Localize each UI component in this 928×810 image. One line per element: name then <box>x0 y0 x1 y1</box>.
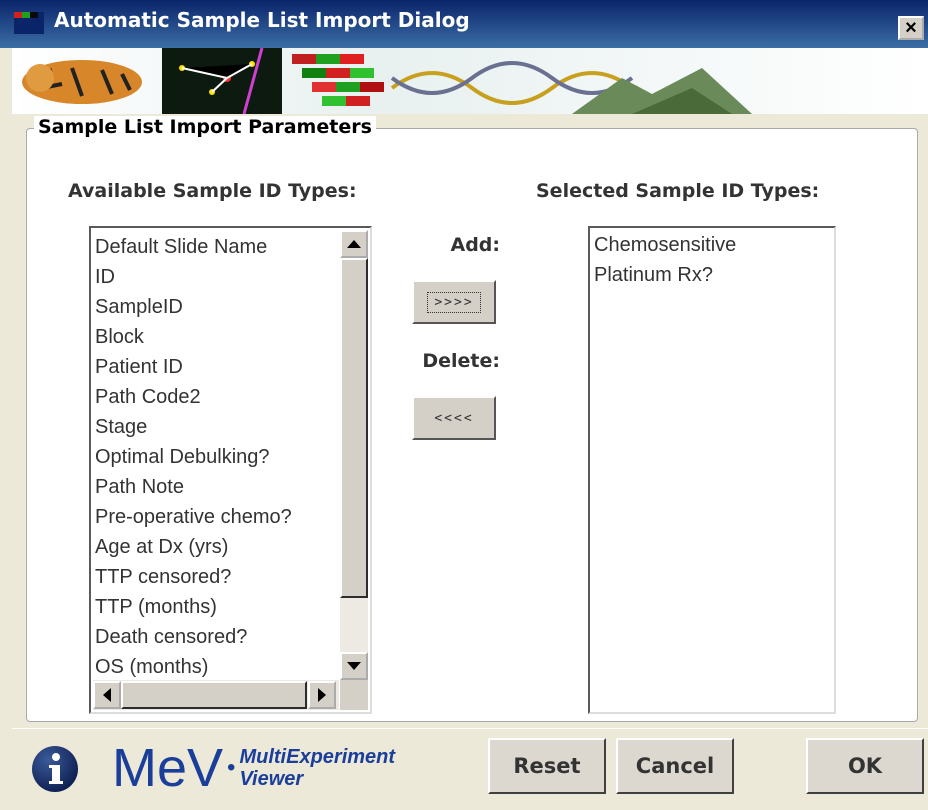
window-title: Automatic Sample List Import Dialog <box>54 8 470 32</box>
add-button-label: >>>> <box>427 291 481 313</box>
delete-button[interactable]: <<<< <box>412 396 496 440</box>
list-item[interactable]: TTP censored? <box>95 562 341 592</box>
available-items: Default Slide Name ID SampleID Block Pat… <box>95 232 341 680</box>
list-item[interactable]: Pre-operative chemo? <box>95 502 341 532</box>
list-item[interactable]: Optimal Debulking? <box>95 442 341 472</box>
list-item[interactable]: Death censored? <box>95 622 341 652</box>
selected-items: Chemosensitive Platinum Rx? <box>594 230 830 290</box>
list-item[interactable]: Path Code2 <box>95 382 341 412</box>
close-button[interactable]: × <box>898 16 924 40</box>
list-item[interactable]: Chemosensitive <box>594 230 830 260</box>
left-arrow-icon <box>103 688 111 702</box>
list-item[interactable]: Default Slide Name <box>95 232 341 262</box>
info-icon[interactable] <box>30 744 80 794</box>
scroll-left-button[interactable] <box>93 681 121 709</box>
add-button[interactable]: >>>> <box>412 280 496 324</box>
mev-logo-dot: • <box>227 754 236 781</box>
banner-image <box>12 48 928 114</box>
list-item[interactable]: Block <box>95 322 341 352</box>
list-item[interactable]: Patient ID <box>95 352 341 382</box>
list-item[interactable]: Path Note <box>95 472 341 502</box>
list-item[interactable]: SampleID <box>95 292 341 322</box>
down-arrow-icon <box>347 662 361 670</box>
mev-logo-text: MeV <box>112 738 224 798</box>
list-item[interactable]: Age at Dx (yrs) <box>95 532 341 562</box>
scroll-right-button[interactable] <box>308 681 336 709</box>
right-arrow-icon <box>318 688 326 702</box>
cancel-button[interactable]: Cancel <box>616 738 734 794</box>
list-item[interactable]: OS (months) <box>95 652 341 680</box>
horizontal-scroll-thumb[interactable] <box>121 681 307 709</box>
scroll-down-button[interactable] <box>340 652 368 680</box>
delete-button-label: <<<< <box>434 410 474 426</box>
add-label: Add: <box>450 234 500 256</box>
selected-list[interactable] <box>588 226 836 714</box>
mev-logo-subtitle-line1: MultiExperiment <box>239 746 396 768</box>
delete-label: Delete: <box>422 350 500 372</box>
mev-logo-subtitle-line2: Viewer <box>239 768 304 790</box>
group-title: Sample List Import Parameters <box>34 116 376 138</box>
list-item[interactable]: Stage <box>95 412 341 442</box>
mev-logo: MeV • MultiExperiment Viewer <box>112 738 395 798</box>
mev-window-icon <box>14 12 44 34</box>
scroll-up-button[interactable] <box>340 230 368 258</box>
list-item[interactable]: TTP (months) <box>95 592 341 622</box>
vertical-scroll-thumb[interactable] <box>340 258 368 598</box>
selected-heading: Selected Sample ID Types: <box>536 180 820 202</box>
list-item[interactable]: Platinum Rx? <box>594 260 830 290</box>
scroll-corner <box>340 680 368 710</box>
ok-button[interactable]: OK <box>806 738 924 794</box>
available-heading: Available Sample ID Types: <box>68 180 357 202</box>
mev-logo-subtitle: MultiExperiment Viewer <box>239 746 395 790</box>
up-arrow-icon <box>347 240 361 248</box>
list-item[interactable]: ID <box>95 262 341 292</box>
reset-button[interactable]: Reset <box>488 738 606 794</box>
close-icon: × <box>905 17 917 39</box>
